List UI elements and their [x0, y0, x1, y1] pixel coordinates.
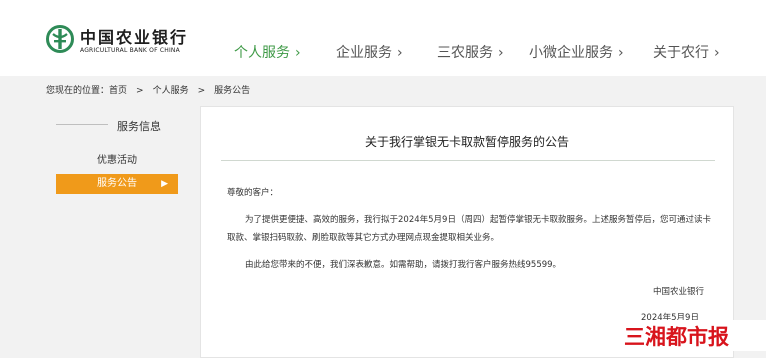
- sidebar-title-divider: [56, 124, 108, 125]
- chevron-right-icon: ›: [618, 45, 624, 61]
- logo-english-name: AGRICULTURAL BANK OF CHINA: [80, 47, 180, 54]
- nav-label: 三农服务: [437, 45, 493, 61]
- notice-title: 关于我行掌银无卡取款暂停服务的公告: [364, 135, 569, 149]
- breadcrumb-separator: >: [197, 86, 206, 96]
- notice-greeting: 尊敬的客户：: [227, 188, 279, 198]
- notice-paragraph-1-line-1: 为了提供更便捷、高效的服务，我行拟于2024年5月9日（周四）起暂停掌银无卡取款…: [245, 215, 711, 225]
- sidebar-item-promotions[interactable]: 优惠活动: [56, 151, 178, 171]
- notice-signature: 中国农业银行: [653, 287, 705, 297]
- abc-emblem-icon: [46, 25, 74, 53]
- nav-rural-services[interactable]: 三农服务 ›: [437, 42, 504, 62]
- breadcrumb: 您现在的位置：首页 > 个人服务 > 服务公告: [46, 83, 259, 96]
- logo-chinese-name: 中国农业银行: [80, 28, 189, 47]
- nav-corporate-services[interactable]: 企业服务 ›: [336, 42, 403, 62]
- breadcrumb-home[interactable]: 首页: [109, 86, 127, 96]
- breadcrumb-separator: >: [136, 86, 144, 96]
- sidebar: 服务信息 优惠活动 服务公告 ▶: [56, 107, 178, 207]
- nav-about-abc[interactable]: 关于农行 ›: [653, 42, 720, 62]
- title-divider: [221, 160, 715, 161]
- sidebar-item-label: 服务公告: [97, 178, 137, 189]
- triangle-right-icon: ▶: [161, 179, 168, 189]
- chevron-right-icon: ›: [714, 45, 720, 61]
- notice-paragraph-1-line-2: 取款、掌银扫码取款、刷脸取款等其它方式办理网点现金提取相关业务。: [227, 233, 500, 243]
- chevron-right-icon: ›: [295, 45, 301, 61]
- watermark-logo-text: 三湘都市报: [624, 325, 729, 349]
- nav-label: 小微企业服务: [529, 45, 613, 61]
- breadcrumb-personal-services[interactable]: 个人服务: [153, 86, 189, 96]
- chevron-right-icon: ›: [498, 45, 504, 61]
- breadcrumb-current: 服务公告: [214, 86, 251, 96]
- sidebar-item-service-notices[interactable]: 服务公告 ▶: [56, 174, 178, 194]
- nav-small-business-services[interactable]: 小微企业服务 ›: [529, 42, 624, 62]
- chevron-right-icon: ›: [397, 45, 403, 61]
- site-header: 中国农业银行 AGRICULTURAL BANK OF CHINA 个人服务 › …: [0, 0, 766, 76]
- nav-personal-services[interactable]: 个人服务 ›: [234, 42, 301, 62]
- sidebar-item-label: 优惠活动: [97, 155, 137, 166]
- bank-logo[interactable]: 中国农业银行 AGRICULTURAL BANK OF CHINA: [46, 22, 196, 62]
- nav-label: 关于农行: [653, 45, 709, 61]
- notice-paragraph-2: 由此给您带来的不便，我们深表歉意。如需帮助，请拨打我行客户服务热线95599。: [245, 260, 562, 270]
- newspaper-watermark: 三湘都市报: [616, 320, 766, 351]
- nav-label: 个人服务: [234, 45, 290, 61]
- sidebar-title: 服务信息: [117, 120, 161, 133]
- nav-label: 企业服务: [336, 45, 392, 61]
- breadcrumb-prefix: 您现在的位置：: [46, 86, 110, 96]
